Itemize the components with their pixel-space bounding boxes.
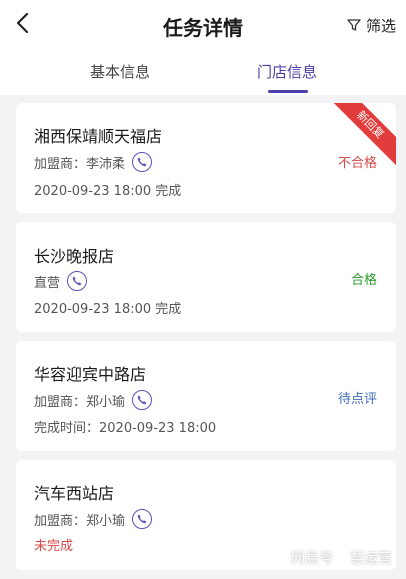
completion-time: 完成时间：2020-09-23 18:00 [34,421,217,436]
filter-button[interactable]: 筛选 [346,14,396,36]
owner-label: 加盟商：郑小瑜 [34,513,126,529]
store-name: 长沙晚报店 [34,247,115,266]
owner-row: 加盟商：李沛柔 [34,152,153,172]
store-name: 湘西保靖顺天福店 [34,127,163,146]
status-badge: 合格 [350,273,377,288]
owner-row: 加盟商：郑小瑜 [34,509,153,529]
completion-time: 2020-09-23 18:00 完成 [34,302,182,317]
store-name: 汽车西站店 [34,484,115,503]
phone-icon[interactable] [132,152,153,172]
status-badge: 待点评 [337,392,377,407]
watermark-author: 慧运营 [350,551,392,567]
top-bar: 任务详情 筛选 基本信息 门店信息 [0,0,406,95]
store-card[interactable]: 新回复 湘西保靖顺天福店 加盟商：李沛柔 2020-09-23 18:00 完成… [16,103,396,213]
owner-label: 直营 [34,275,61,291]
phone-icon[interactable] [67,271,88,291]
watermark-divider [341,551,342,565]
owner-label: 加盟商：郑小瑜 [34,394,126,410]
status-badge: 不合格 [337,156,377,171]
filter-icon [347,19,361,31]
store-card[interactable]: 长沙晚报店 直营 2020-09-23 18:00 完成 合格 [16,222,396,332]
completion-time: 2020-09-23 18:00 完成 [34,184,182,199]
tab-basic-info[interactable]: 基本信息 [90,61,150,82]
watermark-source: 网易号 [291,551,333,567]
tab-store-info[interactable]: 门店信息 [257,61,317,82]
active-tab-indicator [268,90,308,93]
phone-icon[interactable] [132,509,153,529]
owner-row: 加盟商：郑小瑜 [34,390,153,410]
watermark: 网易号 慧运营 [291,548,392,568]
store-name: 华容迎宾中路店 [34,365,147,384]
phone-icon[interactable] [132,390,153,410]
incomplete-status: 未完成 [34,539,74,554]
owner-row: 直营 [34,271,88,291]
owner-label: 加盟商：李沛柔 [34,156,126,172]
store-card[interactable]: 华容迎宾中路店 加盟商：郑小瑜 完成时间：2020-09-23 18:00 待点… [16,341,396,451]
filter-label: 筛选 [365,16,396,35]
